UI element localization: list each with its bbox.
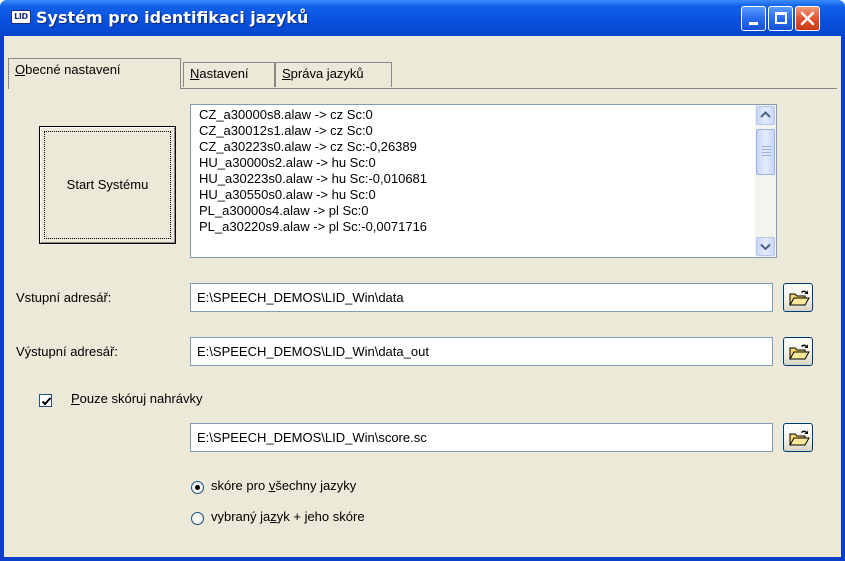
score-file-field[interactable]: E:\SPEECH_DEMOS\LID_Win\score.sc bbox=[190, 423, 773, 452]
radio-selected-language[interactable] bbox=[191, 512, 204, 525]
open-folder-icon bbox=[789, 344, 810, 360]
output-dir-label: Výstupní adresář: bbox=[16, 344, 118, 359]
start-system-button[interactable]: Start Systému bbox=[39, 126, 176, 244]
minimize-button[interactable] bbox=[741, 6, 766, 31]
radio-selected-language-label[interactable]: vybraný jazyk + jeho skóre bbox=[211, 509, 365, 524]
browse-input-dir-button[interactable] bbox=[783, 283, 813, 312]
client-area: Obecné nastavení Nastavení Správa jazyků… bbox=[4, 36, 841, 557]
chevron-up-icon bbox=[760, 111, 771, 118]
tab-settings[interactable]: Nastavení bbox=[183, 62, 275, 87]
list-item[interactable]: HU_a30550s0.alaw -> hu Sc:0 bbox=[199, 187, 747, 203]
main-window: LID Systém pro identifikaci jazyků Obecn… bbox=[0, 0, 845, 561]
scroll-thumb[interactable] bbox=[756, 129, 775, 175]
browse-output-dir-button[interactable] bbox=[783, 337, 813, 366]
radio-selected-dot bbox=[195, 485, 200, 490]
score-only-label[interactable]: Pouze skóruj nahrávky bbox=[71, 391, 203, 406]
title-bar[interactable]: LID Systém pro identifikaci jazyků bbox=[0, 0, 845, 36]
input-dir-label: Vstupní adresář: bbox=[16, 290, 112, 305]
score-only-checkbox[interactable] bbox=[39, 394, 52, 407]
scroll-up-button[interactable] bbox=[756, 106, 775, 125]
list-item[interactable]: PL_a30220s9.alaw -> pl Sc:-0,0071716 bbox=[199, 219, 747, 235]
list-item[interactable]: CZ_a30012s1.alaw -> cz Sc:0 bbox=[199, 123, 747, 139]
app-icon: LID bbox=[11, 10, 31, 24]
scroll-down-button[interactable] bbox=[756, 237, 775, 256]
open-folder-icon bbox=[789, 290, 810, 306]
radio-all-languages-label[interactable]: skóre pro všechny jazyky bbox=[211, 478, 356, 493]
output-dir-field[interactable]: E:\SPEECH_DEMOS\LID_Win\data_out bbox=[190, 337, 773, 366]
open-folder-icon bbox=[789, 430, 810, 446]
browse-score-file-button[interactable] bbox=[783, 423, 813, 452]
tab-general-settings[interactable]: Obecné nastavení bbox=[8, 58, 181, 89]
input-dir-field[interactable]: E:\SPEECH_DEMOS\LID_Win\data bbox=[190, 283, 773, 312]
window-title: Systém pro identifikaci jazyků bbox=[36, 8, 309, 27]
vertical-scrollbar[interactable] bbox=[755, 105, 776, 257]
maximize-button[interactable] bbox=[768, 6, 793, 31]
close-button[interactable] bbox=[795, 6, 820, 31]
radio-all-languages[interactable] bbox=[191, 481, 204, 494]
list-item[interactable]: CZ_a30223s0.alaw -> cz Sc:-0,26389 bbox=[199, 139, 747, 155]
list-item[interactable]: PL_a30000s4.alaw -> pl Sc:0 bbox=[199, 203, 747, 219]
list-item[interactable]: HU_a30223s0.alaw -> hu Sc:-0,010681 bbox=[199, 171, 747, 187]
list-item[interactable]: CZ_a30000s8.alaw -> cz Sc:0 bbox=[199, 107, 747, 123]
close-icon bbox=[800, 11, 815, 26]
checkmark-icon bbox=[41, 397, 52, 406]
minimize-icon bbox=[749, 22, 758, 25]
results-list-items: CZ_a30000s8.alaw -> cz Sc:0 CZ_a30012s1.… bbox=[199, 107, 747, 257]
chevron-down-icon bbox=[760, 243, 771, 251]
tab-language-management[interactable]: Správa jazyků bbox=[275, 62, 392, 87]
maximize-icon bbox=[775, 12, 787, 24]
list-item[interactable]: HU_a30000s2.alaw -> hu Sc:0 bbox=[199, 155, 747, 171]
results-list[interactable]: CZ_a30000s8.alaw -> cz Sc:0 CZ_a30012s1.… bbox=[190, 104, 777, 258]
